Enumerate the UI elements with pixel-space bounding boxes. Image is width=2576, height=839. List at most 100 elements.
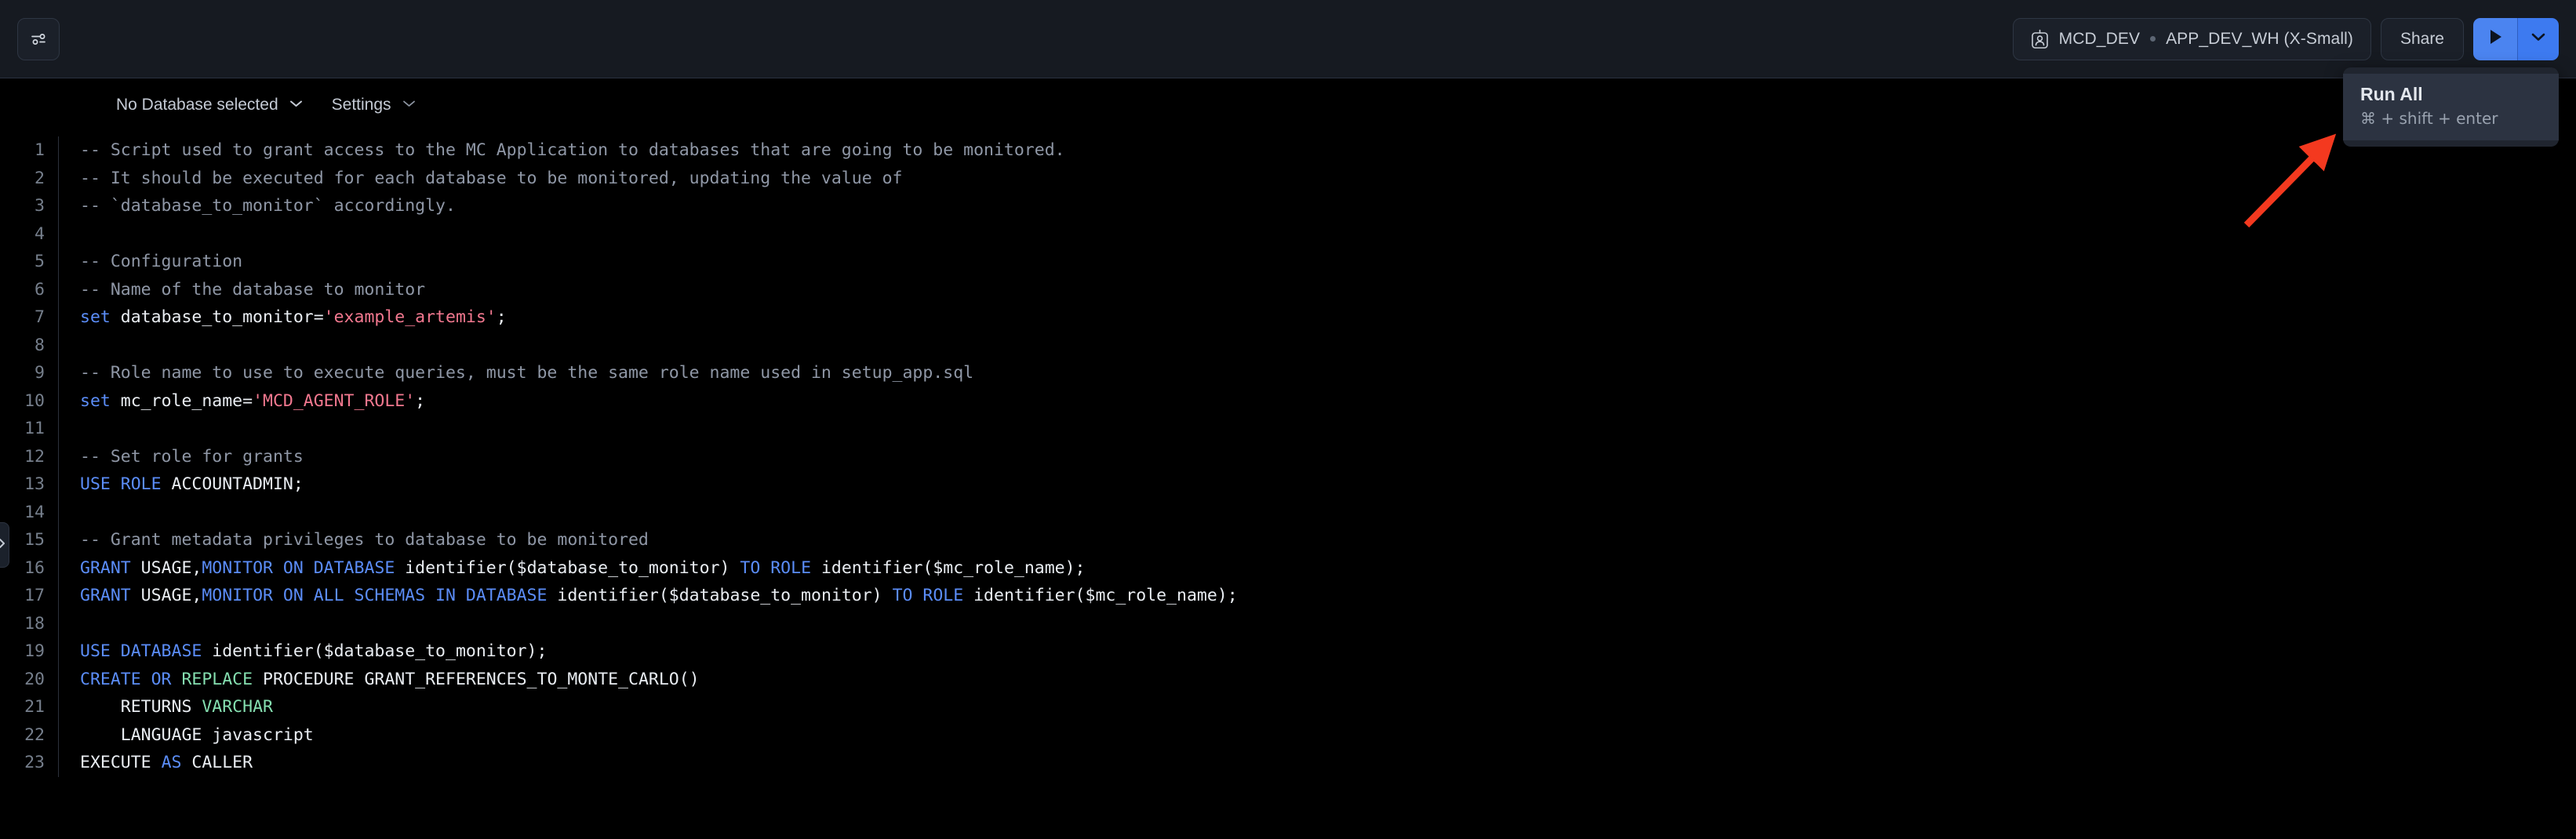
code-token: identifier($mc_role_name);	[811, 558, 1086, 578]
code-token: MONITOR ON DATABASE	[202, 558, 395, 578]
code-token: MONITOR ON ALL SCHEMAS IN DATABASE	[202, 586, 548, 605]
code-line[interactable]	[80, 415, 2576, 443]
code-line[interactable]: set mc_role_name='MCD_AGENT_ROLE';	[80, 387, 2576, 416]
code-token: USE ROLE	[80, 474, 162, 494]
code-token: CREATE OR	[80, 669, 182, 689]
chevron-down-icon	[289, 98, 304, 112]
line-number: 23	[24, 753, 45, 772]
share-button[interactable]: Share	[2380, 17, 2464, 60]
code-token: LANGUAGE javascript	[80, 725, 314, 745]
chevron-right-icon	[0, 537, 6, 554]
code-token: AS	[161, 753, 182, 772]
code-line[interactable]	[80, 499, 2576, 527]
line-number: 9	[35, 363, 45, 383]
code-line[interactable]: USE ROLE ACCOUNTADMIN;	[80, 470, 2576, 499]
line-number: 1	[35, 140, 45, 160]
code-token: -- Role name to use to execute queries, …	[80, 363, 974, 383]
code-token: ;	[415, 390, 426, 411]
line-number: 22	[24, 725, 45, 745]
line-number: 10	[24, 390, 45, 411]
code-line[interactable]	[80, 220, 2576, 249]
code-content[interactable]: -- Script used to grant access to the MC…	[59, 136, 2576, 777]
sliders-icon	[29, 30, 48, 49]
code-line[interactable]	[80, 332, 2576, 360]
context-role-label: MCD_DEV	[2058, 29, 2141, 48]
line-number: 12	[24, 446, 45, 467]
line-number: 2	[35, 168, 45, 188]
code-token: GRANT	[80, 558, 131, 578]
code-line[interactable]: -- Script used to grant access to the MC…	[80, 136, 2576, 165]
code-token: -- Set role for grants	[80, 446, 304, 467]
code-line[interactable]: -- Grant metadata privileges to database…	[80, 526, 2576, 554]
code-line[interactable]	[80, 610, 2576, 638]
context-separator-dot	[2150, 36, 2156, 42]
code-token: USAGE,	[130, 558, 202, 578]
code-token: set	[80, 307, 111, 327]
code-token: -- Grant metadata privileges to database…	[80, 530, 649, 550]
code-line[interactable]: USE DATABASE identifier($database_to_mon…	[80, 637, 2576, 666]
code-token: TO ROLE	[892, 586, 964, 605]
line-number: 20	[24, 669, 45, 689]
top-toolbar: MCD_DEV APP_DEV_WH (X-Small) Share Run A…	[0, 0, 2576, 147]
code-token: VARCHAR	[202, 697, 273, 717]
chevron-down-icon	[402, 98, 417, 112]
line-number: 3	[35, 196, 45, 216]
database-selector[interactable]: No Database selected	[116, 96, 304, 114]
editor-sub-toolbar: No Database selected Settings	[0, 78, 2576, 132]
code-token: -- Name of the database to monitor	[80, 279, 426, 300]
line-number: 19	[24, 641, 45, 661]
code-token: RETURNS	[80, 697, 202, 717]
code-token: CALLER	[181, 753, 253, 772]
code-token: set	[80, 390, 111, 411]
code-token: 'example_artemis'	[323, 307, 497, 327]
menu-item-run-all-shortcut: ⌘ + shift + enter	[2360, 108, 2498, 128]
run-options-button[interactable]	[2518, 17, 2559, 60]
code-line[interactable]: RETURNS VARCHAR	[80, 693, 2576, 721]
code-line[interactable]: -- Role name to use to execute queries, …	[80, 359, 2576, 387]
run-button[interactable]	[2473, 17, 2517, 60]
code-line[interactable]: set database_to_monitor='example_artemis…	[80, 303, 2576, 332]
code-area[interactable]: 1 2 3 4 5 6 7 8 9 10 11 12 13 14 15 16 17 18 19 20 21 22 23 --…	[0, 132, 2576, 777]
code-line[interactable]: -- `database_to_monitor` accordingly.	[80, 192, 2576, 220]
code-token: identifier($database_to_monitor)	[547, 586, 893, 605]
code-line[interactable]: -- Configuration	[80, 248, 2576, 276]
code-line[interactable]: -- Name of the database to monitor	[80, 276, 2576, 304]
line-number: 6	[35, 279, 45, 300]
code-token: EXECUTE	[80, 753, 162, 772]
code-token: identifier($mc_role_name);	[963, 586, 1238, 605]
line-number: 14	[24, 502, 45, 522]
code-line[interactable]: GRANT USAGE,MONITOR ON DATABASE identifi…	[80, 554, 2576, 583]
code-line[interactable]: CREATE OR REPLACE PROCEDURE GRANT_REFERE…	[80, 666, 2576, 694]
line-number: 5	[35, 252, 45, 271]
chevron-down-icon	[2530, 31, 2547, 46]
code-token: USAGE,	[130, 586, 202, 605]
play-icon	[2488, 28, 2503, 49]
code-token: database_to_monitor=	[110, 307, 324, 327]
run-button-group	[2473, 17, 2559, 60]
code-line[interactable]: EXECUTE AS CALLER	[80, 749, 2576, 777]
settings-selector[interactable]: Settings	[332, 96, 417, 114]
code-token: ACCOUNTADMIN;	[161, 474, 304, 494]
code-line[interactable]: -- Set role for grants	[80, 443, 2576, 471]
code-token: -- Configuration	[80, 252, 243, 271]
share-button-label: Share	[2400, 29, 2444, 48]
code-line[interactable]: LANGUAGE javascript	[80, 721, 2576, 750]
sql-editor[interactable]: 1 2 3 4 5 6 7 8 9 10 11 12 13 14 15 16 17 18 19 20 21 22 23 --…	[0, 132, 2576, 839]
database-selector-label: No Database selected	[116, 96, 278, 114]
line-number: 4	[35, 223, 45, 244]
line-number: 8	[35, 335, 45, 355]
editor-settings-button[interactable]	[17, 17, 60, 60]
line-number: 17	[24, 586, 45, 605]
code-token: mc_role_name=	[110, 390, 253, 411]
id-badge-icon	[2031, 29, 2049, 49]
line-number: 18	[24, 613, 45, 634]
code-line[interactable]: -- It should be executed for each databa…	[80, 165, 2576, 193]
session-context-chip[interactable]: MCD_DEV APP_DEV_WH (X-Small)	[2012, 17, 2371, 60]
menu-item-run-all[interactable]: Run All ⌘ + shift + enter	[2343, 74, 2559, 140]
line-number: 13	[24, 474, 45, 494]
code-token: identifier($database_to_monitor);	[202, 641, 548, 661]
sidebar-expand-handle[interactable]	[0, 522, 9, 568]
code-token: -- Script used to grant access to the MC…	[80, 140, 1065, 160]
code-token: GRANT	[80, 586, 131, 605]
code-line[interactable]: GRANT USAGE,MONITOR ON ALL SCHEMAS IN DA…	[80, 582, 2576, 610]
